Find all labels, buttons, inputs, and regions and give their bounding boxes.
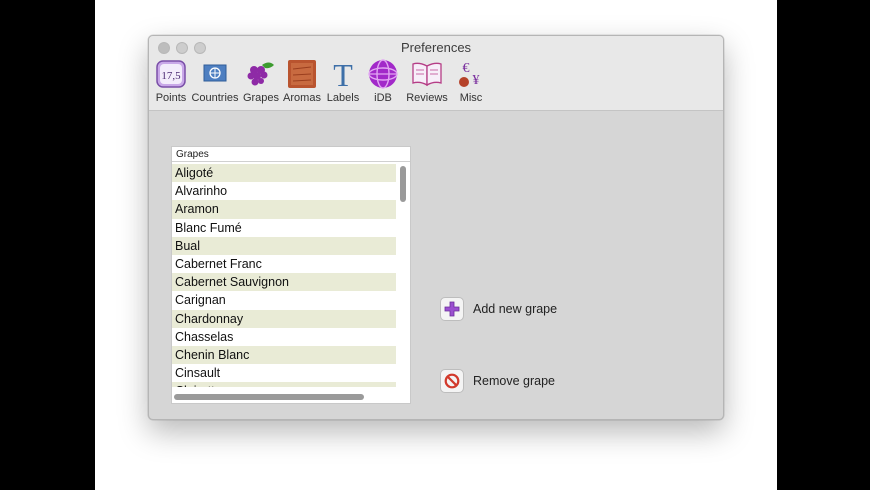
grape-row[interactable]: Chasselas: [172, 328, 396, 346]
titlebar: Preferences 17,5 Points Countries Grapes…: [149, 36, 723, 111]
svg-text:¥: ¥: [473, 73, 480, 88]
svg-text:17,5: 17,5: [161, 70, 181, 82]
toolbar-item-grapes[interactable]: Grapes: [241, 58, 281, 108]
grape-row[interactable]: Chardonnay: [172, 309, 396, 328]
horizontal-scrollbar[interactable]: [174, 393, 398, 401]
idb-icon: [367, 58, 399, 90]
svg-text:€: €: [463, 61, 470, 76]
horizontal-scroll-thumb[interactable]: [174, 394, 364, 400]
toolbar-label: Misc: [459, 92, 483, 104]
preferences-window: Preferences 17,5 Points Countries Grapes…: [148, 35, 724, 420]
toolbar-item-misc[interactable]: € ¥ Misc: [451, 58, 491, 108]
grape-row[interactable]: Alvarinho: [172, 182, 396, 200]
toolbar-item-labels[interactable]: T Labels: [323, 58, 363, 108]
toolbar-label: Reviews: [406, 92, 448, 104]
toolbar-item-reviews[interactable]: Reviews: [403, 58, 451, 108]
add-icon: [440, 297, 464, 321]
countries-icon: [199, 58, 231, 90]
grape-row[interactable]: Aligoté: [172, 164, 396, 183]
add-grape-label: Add new grape: [473, 302, 558, 316]
svg-text:T: T: [333, 58, 353, 90]
vertical-scroll-thumb[interactable]: [400, 166, 406, 202]
remove-grape-label: Remove grape: [473, 374, 555, 388]
grape-row[interactable]: Cabernet Franc: [172, 255, 396, 273]
toolbar-item-idb[interactable]: iDB: [363, 58, 403, 108]
misc-icon: € ¥: [455, 58, 487, 90]
reviews-icon: [411, 58, 443, 90]
toolbar-item-countries[interactable]: Countries: [189, 58, 241, 108]
grapes-icon: [245, 58, 277, 90]
grapes-column-header[interactable]: Grapes: [172, 147, 410, 162]
points-icon: 17,5: [155, 58, 187, 90]
toolbar-label: Countries: [191, 92, 239, 104]
grape-row[interactable]: Cabernet Sauvignon: [172, 273, 396, 292]
grape-row[interactable]: Blanc Fumé: [172, 219, 396, 237]
toolbar-item-aromas[interactable]: Aromas: [281, 58, 323, 108]
aromas-icon: [286, 58, 318, 90]
toolbar-label: Points: [155, 92, 187, 104]
add-grape-button[interactable]: Add new grape: [440, 297, 557, 321]
vertical-scrollbar[interactable]: [398, 164, 408, 387]
toolbar-label: Labels: [326, 92, 360, 104]
toolbar-label: iDB: [374, 92, 392, 104]
preferences-toolbar: 17,5 Points Countries Grapes Aromas T La…: [153, 58, 491, 108]
toolbar-label: Grapes: [242, 92, 280, 104]
toolbar-label: Aromas: [283, 92, 321, 104]
grapes-rows: Aligoté Alvarinho Aramon Blanc Fumé Bual Cabe…: [172, 164, 396, 387]
grape-row[interactable]: Cinsault: [172, 364, 396, 382]
toolbar-item-points[interactable]: 17,5 Points: [153, 58, 189, 108]
grape-row[interactable]: Bual: [172, 236, 396, 255]
remove-grape-button[interactable]: Remove grape: [440, 369, 555, 393]
grape-row[interactable]: Aramon: [172, 200, 396, 219]
labels-icon: T: [327, 58, 359, 90]
grape-row[interactable]: Carignan: [172, 291, 396, 309]
window-title: Preferences: [400, 40, 472, 55]
grape-row[interactable]: Chenin Blanc: [172, 345, 396, 365]
grapes-list[interactable]: Grapes Aligoté Alvarinho Aramon Blanc Fumé B…: [171, 146, 411, 404]
grape-row[interactable]: Clairette: [172, 382, 396, 387]
remove-icon: [440, 369, 464, 393]
